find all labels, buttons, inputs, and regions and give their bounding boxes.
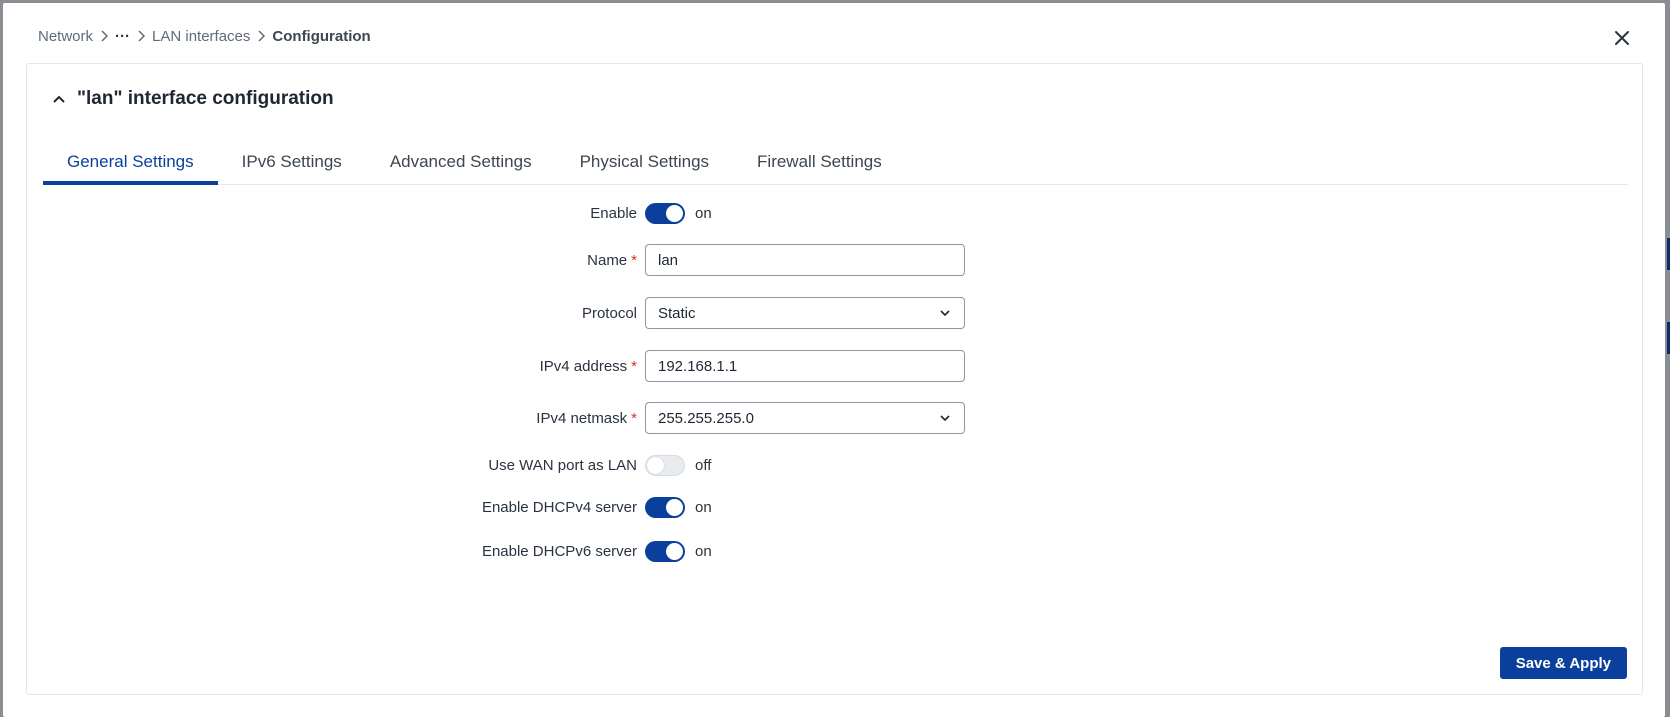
required-marker: *	[631, 409, 637, 427]
ipv4-netmask-label-wrap: IPv4 netmask *	[337, 402, 637, 434]
ipv4-address-control	[645, 350, 965, 382]
breadcrumb: Network ··· LAN interfaces Configuration	[38, 25, 371, 47]
configuration-modal: Network ··· LAN interfaces Configuration…	[3, 3, 1665, 717]
enable-label-wrap: Enable	[337, 197, 637, 229]
ipv4-address-label-wrap: IPv4 address *	[337, 350, 637, 382]
dhcpv4-toggle[interactable]	[645, 496, 685, 518]
settings-tabs: General Settings IPv6 Settings Advanced …	[43, 139, 1628, 185]
breadcrumb-network[interactable]: Network	[38, 28, 93, 45]
protocol-label: Protocol	[581, 304, 637, 322]
use-wan-control: off	[645, 449, 711, 481]
card-title: "lan" interface configuration	[77, 88, 334, 109]
ipv4-address-input[interactable]	[645, 350, 965, 382]
dhcpv6-state: on	[695, 542, 712, 560]
ipv4-netmask-value: 255.255.255.0	[658, 409, 754, 427]
close-icon	[1615, 31, 1629, 45]
dhcpv4-control: on	[645, 491, 712, 523]
close-button[interactable]	[1611, 27, 1633, 49]
name-label: Name	[587, 251, 628, 269]
ipv4-netmask-select[interactable]: 255.255.255.0	[645, 402, 965, 434]
enable-state: on	[695, 204, 712, 222]
enable-control: on	[645, 197, 712, 229]
ipv4-address-label: IPv4 address	[539, 357, 628, 375]
card-header: "lan" interface configuration	[49, 84, 334, 114]
enable-label: Enable	[590, 204, 637, 222]
name-label-wrap: Name *	[337, 244, 637, 276]
save-apply-button[interactable]: Save & Apply	[1499, 647, 1627, 679]
ipv4-netmask-label: IPv4 netmask	[536, 409, 628, 427]
chevron-up-icon	[53, 95, 65, 103]
collapse-button[interactable]	[49, 89, 69, 109]
chevron-right-icon	[250, 30, 272, 42]
use-wan-toggle[interactable]	[645, 454, 685, 476]
name-input[interactable]	[645, 244, 965, 276]
chevron-right-icon	[130, 30, 152, 42]
dhcpv6-control: on	[645, 535, 712, 567]
dhcpv4-label: Enable DHCPv4 server	[481, 498, 637, 516]
chevron-down-icon	[938, 306, 952, 320]
breadcrumb-ellipsis[interactable]: ···	[115, 28, 130, 45]
breadcrumb-configuration: Configuration	[272, 27, 371, 45]
protocol-control: Static	[645, 297, 965, 329]
protocol-value: Static	[658, 304, 696, 322]
name-control	[645, 244, 965, 276]
dhcpv6-label: Enable DHCPv6 server	[481, 542, 637, 560]
tab-firewall-settings[interactable]: Firewall Settings	[733, 139, 906, 184]
use-wan-label-wrap: Use WAN port as LAN	[337, 449, 637, 481]
dhcpv4-label-wrap: Enable DHCPv4 server	[337, 491, 637, 523]
breadcrumb-lan-interfaces[interactable]: LAN interfaces	[152, 28, 250, 45]
required-marker: *	[631, 357, 637, 375]
interface-configuration-card: "lan" interface configuration General Se…	[26, 63, 1643, 695]
required-marker: *	[631, 251, 637, 269]
tab-ipv6-settings[interactable]: IPv6 Settings	[218, 139, 366, 184]
enable-toggle[interactable]	[645, 202, 685, 224]
ipv4-netmask-control: 255.255.255.0	[645, 402, 965, 434]
use-wan-label: Use WAN port as LAN	[488, 456, 637, 474]
chevron-down-icon	[938, 411, 952, 425]
tab-advanced-settings[interactable]: Advanced Settings	[366, 139, 556, 184]
chevron-right-icon	[93, 30, 115, 42]
dhcpv6-label-wrap: Enable DHCPv6 server	[337, 535, 637, 567]
dhcpv4-state: on	[695, 498, 712, 516]
protocol-select[interactable]: Static	[645, 297, 965, 329]
dhcpv6-toggle[interactable]	[645, 540, 685, 562]
tab-general-settings[interactable]: General Settings	[43, 139, 218, 185]
use-wan-state: off	[695, 456, 712, 474]
tab-physical-settings[interactable]: Physical Settings	[556, 139, 733, 184]
protocol-label-wrap: Protocol	[337, 297, 637, 329]
